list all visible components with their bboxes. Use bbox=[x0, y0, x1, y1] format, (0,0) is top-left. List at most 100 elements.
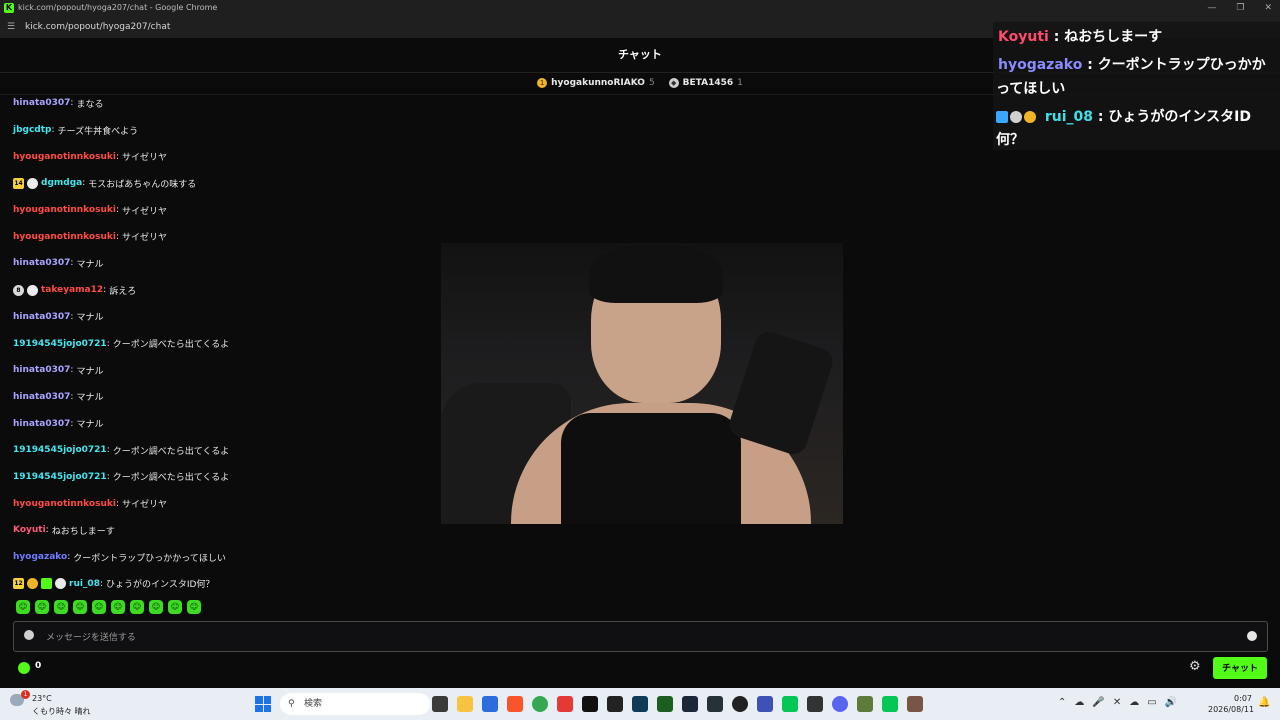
chat-text: サイゼリヤ bbox=[121, 206, 167, 217]
minecraft-icon[interactable] bbox=[857, 696, 873, 712]
app-icon[interactable] bbox=[607, 696, 623, 712]
task-view-icon[interactable] bbox=[432, 696, 448, 712]
search-label: 検索 bbox=[304, 699, 323, 709]
chat-message: 8 takeyama12: 訴えろ bbox=[13, 277, 433, 304]
emote-icon[interactable]: ☺ bbox=[111, 600, 125, 614]
chat-message: 19194545jojo0721: クーポン調べたら出てくるよ bbox=[13, 437, 433, 464]
emote-icon[interactable]: ☺ bbox=[16, 600, 30, 614]
chat-text: マナル bbox=[76, 313, 104, 324]
app-icon[interactable] bbox=[707, 696, 723, 712]
network-icon[interactable]: ▭ bbox=[1147, 697, 1156, 708]
colon-separator: : bbox=[106, 338, 110, 349]
message-input[interactable] bbox=[44, 622, 1228, 653]
microphone-icon[interactable]: 🎤 bbox=[1092, 697, 1104, 708]
url-text[interactable]: kick.com/popout/hyoga207/chat bbox=[25, 16, 170, 38]
emote-icon[interactable]: ☺ bbox=[35, 600, 49, 614]
app-icon[interactable] bbox=[482, 696, 498, 712]
taskbar-apps bbox=[432, 696, 923, 712]
chat-username[interactable]: rui_08 bbox=[69, 579, 100, 589]
emote-icon[interactable]: ☺ bbox=[149, 600, 163, 614]
chrome-icon[interactable] bbox=[532, 696, 548, 712]
chat-message: 19194545jojo0721: クーポン調べたら出てくるよ bbox=[13, 464, 433, 491]
chat-footer: 0 ⚙ チャット bbox=[0, 655, 1280, 681]
tiktok-icon[interactable] bbox=[582, 696, 598, 712]
chat-username[interactable]: 19194545jojo0721 bbox=[13, 472, 107, 482]
chat-username[interactable]: hinata0307 bbox=[13, 98, 70, 108]
chat-username[interactable]: hinata0307 bbox=[13, 258, 70, 268]
chat-username[interactable]: hyouganotinnkosuki bbox=[13, 152, 116, 162]
app-icon[interactable] bbox=[907, 696, 923, 712]
leaderboard-count: 1 bbox=[737, 78, 743, 88]
chat-username[interactable]: Koyuti bbox=[13, 525, 46, 535]
taskbar-search[interactable]: ⚲ 検索 bbox=[280, 693, 430, 715]
volume-icon[interactable]: 🔊 bbox=[1165, 697, 1177, 708]
onedrive-icon[interactable]: ☁ bbox=[1129, 697, 1139, 708]
chat-username[interactable]: hyouganotinnkosuki bbox=[13, 205, 116, 215]
colon-separator: : bbox=[70, 311, 74, 322]
emote-icon[interactable]: ☺ bbox=[92, 600, 106, 614]
windows-start-icon[interactable] bbox=[255, 696, 271, 712]
file-explorer-icon[interactable] bbox=[457, 696, 473, 712]
close-icon[interactable]: ✕ bbox=[1113, 697, 1121, 708]
chat-username[interactable]: hinata0307 bbox=[13, 392, 70, 402]
maximize-button[interactable]: ❐ bbox=[1236, 0, 1244, 16]
chat-username[interactable]: hinata0307 bbox=[13, 365, 70, 375]
close-button[interactable]: ✕ bbox=[1264, 0, 1272, 16]
chat-username[interactable]: hinata0307 bbox=[13, 312, 70, 322]
chat-text: モスおばあちゃんの味する bbox=[88, 179, 197, 190]
discord-icon[interactable] bbox=[832, 696, 848, 712]
emote-icon[interactable]: ☺ bbox=[168, 600, 182, 614]
chat-username[interactable]: takeyama12 bbox=[41, 285, 103, 295]
shield-icon[interactable] bbox=[24, 630, 34, 640]
overlay-username: hyogazako bbox=[998, 57, 1083, 73]
app-icon[interactable] bbox=[632, 696, 648, 712]
emote-icon[interactable]: ☺ bbox=[73, 600, 87, 614]
chevron-up-icon[interactable]: ⌃ bbox=[1058, 697, 1066, 708]
app-icon[interactable] bbox=[807, 696, 823, 712]
app-icon[interactable] bbox=[657, 696, 673, 712]
chat-username[interactable]: hyogazako bbox=[13, 552, 67, 562]
send-chat-button[interactable]: チャット bbox=[1213, 657, 1267, 679]
chat-username[interactable]: hinata0307 bbox=[13, 419, 70, 429]
emote-icon[interactable]: ☺ bbox=[54, 600, 68, 614]
chat-input-box[interactable] bbox=[13, 621, 1268, 653]
emote-icon[interactable]: ☺ bbox=[187, 600, 201, 614]
gear-icon[interactable]: ⚙ bbox=[1189, 659, 1201, 674]
leaderboard-name: BETA1456 bbox=[682, 78, 734, 88]
colon-separator: : bbox=[70, 258, 74, 269]
subscriber-badge-icon bbox=[41, 578, 52, 590]
emote-icon[interactable]: ☺ bbox=[130, 600, 144, 614]
site-settings-icon[interactable]: ☰ bbox=[7, 16, 15, 38]
chat-username[interactable]: dgmdga bbox=[41, 178, 82, 188]
steam-icon[interactable] bbox=[682, 696, 698, 712]
leaderboard-item[interactable]: ◆ BETA1456 1 bbox=[668, 78, 743, 88]
obs-icon[interactable] bbox=[732, 696, 748, 712]
line-icon[interactable] bbox=[782, 696, 798, 712]
line-icon[interactable] bbox=[882, 696, 898, 712]
cloud-sync-icon[interactable]: ☁ bbox=[1074, 697, 1084, 708]
app-icon[interactable] bbox=[757, 696, 773, 712]
chat-username[interactable]: 19194545jojo0721 bbox=[13, 445, 107, 455]
chat-username[interactable]: hyouganotinnkosuki bbox=[13, 499, 116, 509]
chat-message: hyouganotinnkosuki: サイゼリヤ bbox=[13, 197, 433, 224]
kick-coin-icon[interactable] bbox=[18, 662, 30, 674]
minimize-button[interactable]: — bbox=[1207, 0, 1216, 16]
app-icon[interactable] bbox=[557, 696, 573, 712]
colon-separator: : bbox=[115, 205, 119, 216]
colon-separator: : bbox=[106, 471, 110, 482]
overlay-text: クーポントラップひっかか bbox=[1097, 57, 1266, 73]
taskbar-clock[interactable]: 0:07 2026/08/11 bbox=[1208, 693, 1254, 715]
chat-text: ねおちしまーす bbox=[51, 526, 115, 537]
chat-username[interactable]: 19194545jojo0721 bbox=[13, 339, 107, 349]
chat-username[interactable]: hyouganotinnkosuki bbox=[13, 232, 116, 242]
chat-username[interactable]: jbgcdtp bbox=[13, 125, 52, 135]
brave-icon[interactable] bbox=[507, 696, 523, 712]
notification-bell-icon[interactable]: 🔔 bbox=[1258, 697, 1270, 708]
avatar-badge-icon bbox=[1010, 111, 1022, 123]
leaderboard-item[interactable]: 1 hyogakunnoRIAKO 5 bbox=[537, 78, 655, 88]
emoji-picker-icon[interactable] bbox=[1247, 631, 1257, 641]
avatar-badge-icon bbox=[55, 578, 66, 590]
coin-badge-icon bbox=[27, 578, 38, 590]
overlay-message: rui_08 : ひょうがのインスタID bbox=[996, 106, 1251, 126]
tank-top-shape bbox=[561, 413, 741, 524]
